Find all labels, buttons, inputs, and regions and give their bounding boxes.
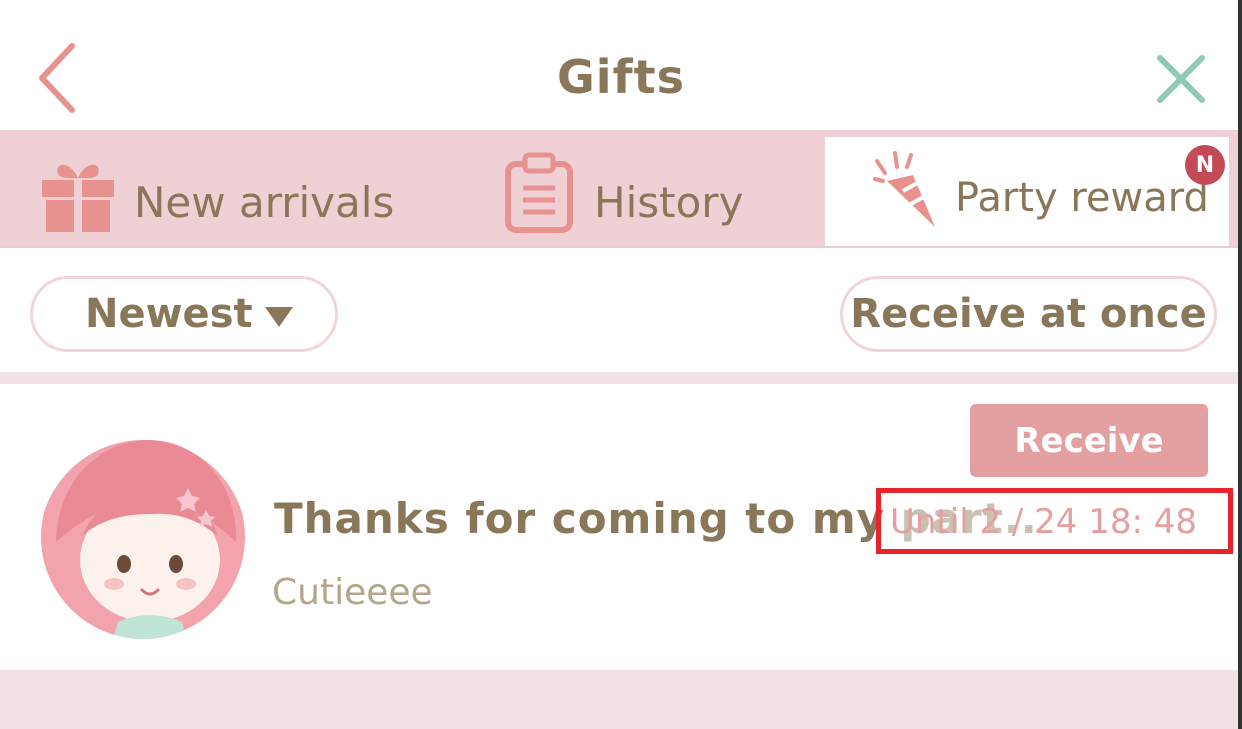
page-title: Gifts xyxy=(557,50,685,104)
header: Gifts xyxy=(0,0,1242,130)
tab-new-arrivals-label: New arrivals xyxy=(134,178,395,227)
clipboard-icon xyxy=(505,152,573,233)
close-icon xyxy=(1157,55,1205,103)
caret-down-icon xyxy=(265,307,293,327)
avatar xyxy=(41,435,245,639)
gift-icon xyxy=(42,164,114,232)
section-divider xyxy=(0,372,1242,384)
filter-row: Newest Receive at once xyxy=(0,254,1242,372)
receive-all-label: Receive at once xyxy=(850,291,1207,337)
tab-party-reward[interactable]: Party reward N xyxy=(825,137,1229,252)
gift-sender: Cutieeee xyxy=(272,572,433,613)
receive-all-button[interactable]: Receive at once xyxy=(840,276,1217,352)
tab-new-arrivals[interactable]: New arrivals xyxy=(0,130,410,246)
screen-edge xyxy=(1238,0,1242,729)
tab-bar: New arrivals History Party reward N xyxy=(0,130,1242,252)
tab-party-reward-label: Party reward xyxy=(955,175,1209,221)
close-button[interactable] xyxy=(1150,48,1212,110)
list-empty-area xyxy=(0,670,1242,729)
tab-history[interactable]: History xyxy=(410,130,825,246)
tab-history-label: History xyxy=(594,178,744,227)
new-badge: N xyxy=(1185,145,1225,185)
sort-dropdown-label: Newest xyxy=(85,291,253,337)
gift-list-item: Thanks for coming to my part.. Cutieeee … xyxy=(0,384,1242,670)
sort-dropdown[interactable]: Newest xyxy=(30,276,338,352)
tab-divider xyxy=(0,246,1242,254)
gifts-screen: Gifts New arrivals History Party reward … xyxy=(0,0,1242,729)
party-popper-icon xyxy=(873,151,935,227)
highlight-box xyxy=(876,488,1233,554)
receive-button[interactable]: Receive xyxy=(970,404,1208,477)
